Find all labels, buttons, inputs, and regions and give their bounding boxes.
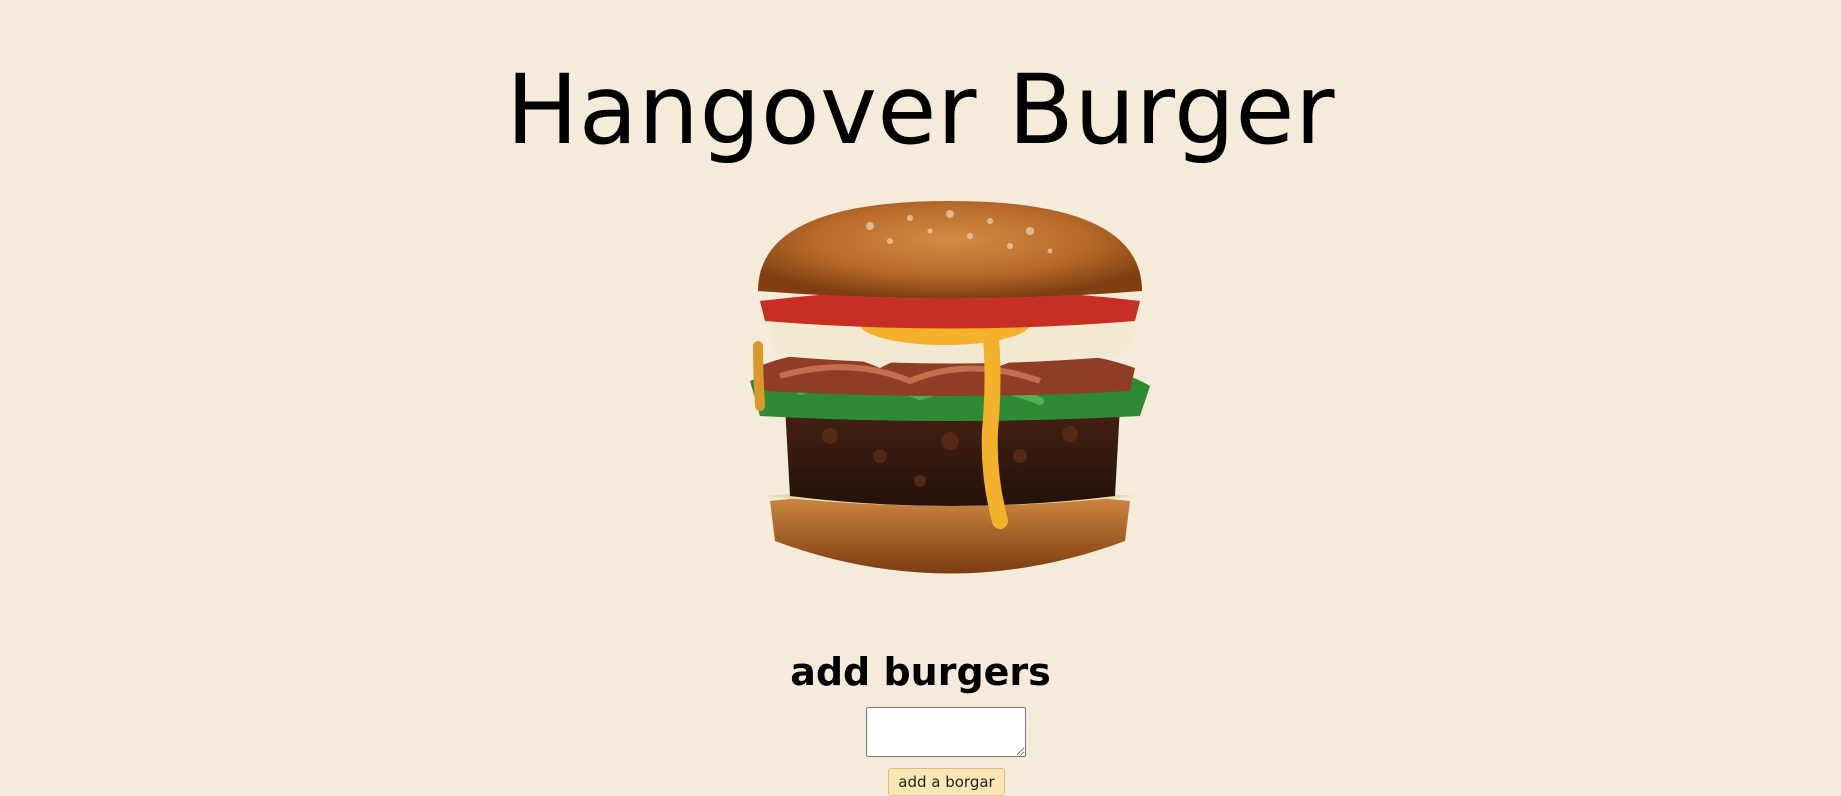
burger-image — [740, 196, 1160, 616]
burger-name-input[interactable] — [866, 707, 1026, 757]
page-title: Hangover Burger — [506, 54, 1335, 166]
page: Hangover Burger add burgers add a borgar — [0, 0, 1841, 796]
burger-illustration — [750, 201, 1150, 574]
add-burgers-heading: add burgers — [790, 650, 1051, 694]
